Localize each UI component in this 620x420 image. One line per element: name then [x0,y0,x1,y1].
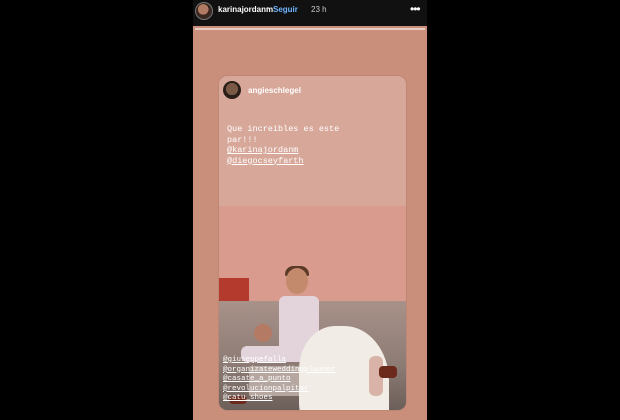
card-avatar[interactable] [223,81,241,99]
tag-link[interactable]: @organizateweddingplanner [223,366,336,376]
bride-head [254,324,272,342]
tag-link[interactable]: @giuseppefalla [223,356,336,366]
story-timestamp: 23 h [311,5,327,14]
more-options-icon[interactable]: ••• [410,2,421,16]
reshared-post-card[interactable]: angieschlegel Que increíbles es este par… [219,76,406,410]
groom-head [286,268,308,294]
mention-link[interactable]: @diegocseyfarth [227,156,339,167]
story-progress-bar [195,28,425,30]
tag-list: @giuseppefalla @organizateweddingplanner… [223,356,336,404]
story-username[interactable]: karinajordanm [218,5,273,14]
post-caption: Que increíbles es este par!!! @karinajor… [227,124,339,166]
separator-dot: • [266,4,269,13]
bride-shoe [379,366,397,378]
tag-link[interactable]: @casate_a_punto [223,375,336,385]
tag-link[interactable]: @catu_shoes [223,394,336,404]
card-username[interactable]: angieschlegel [248,86,301,95]
tag-link[interactable]: @revolucionpalpitar [223,385,336,395]
avatar[interactable] [195,2,213,20]
caption-line: par!!! [227,134,258,145]
caption-line: Que increíbles es este [227,124,340,134]
mention-link[interactable]: @karinajordanm [227,145,339,156]
story-viewer: karinajordanm • Seguir 23 h ••• angiesch… [0,0,620,420]
follow-button[interactable]: Seguir [273,5,298,14]
